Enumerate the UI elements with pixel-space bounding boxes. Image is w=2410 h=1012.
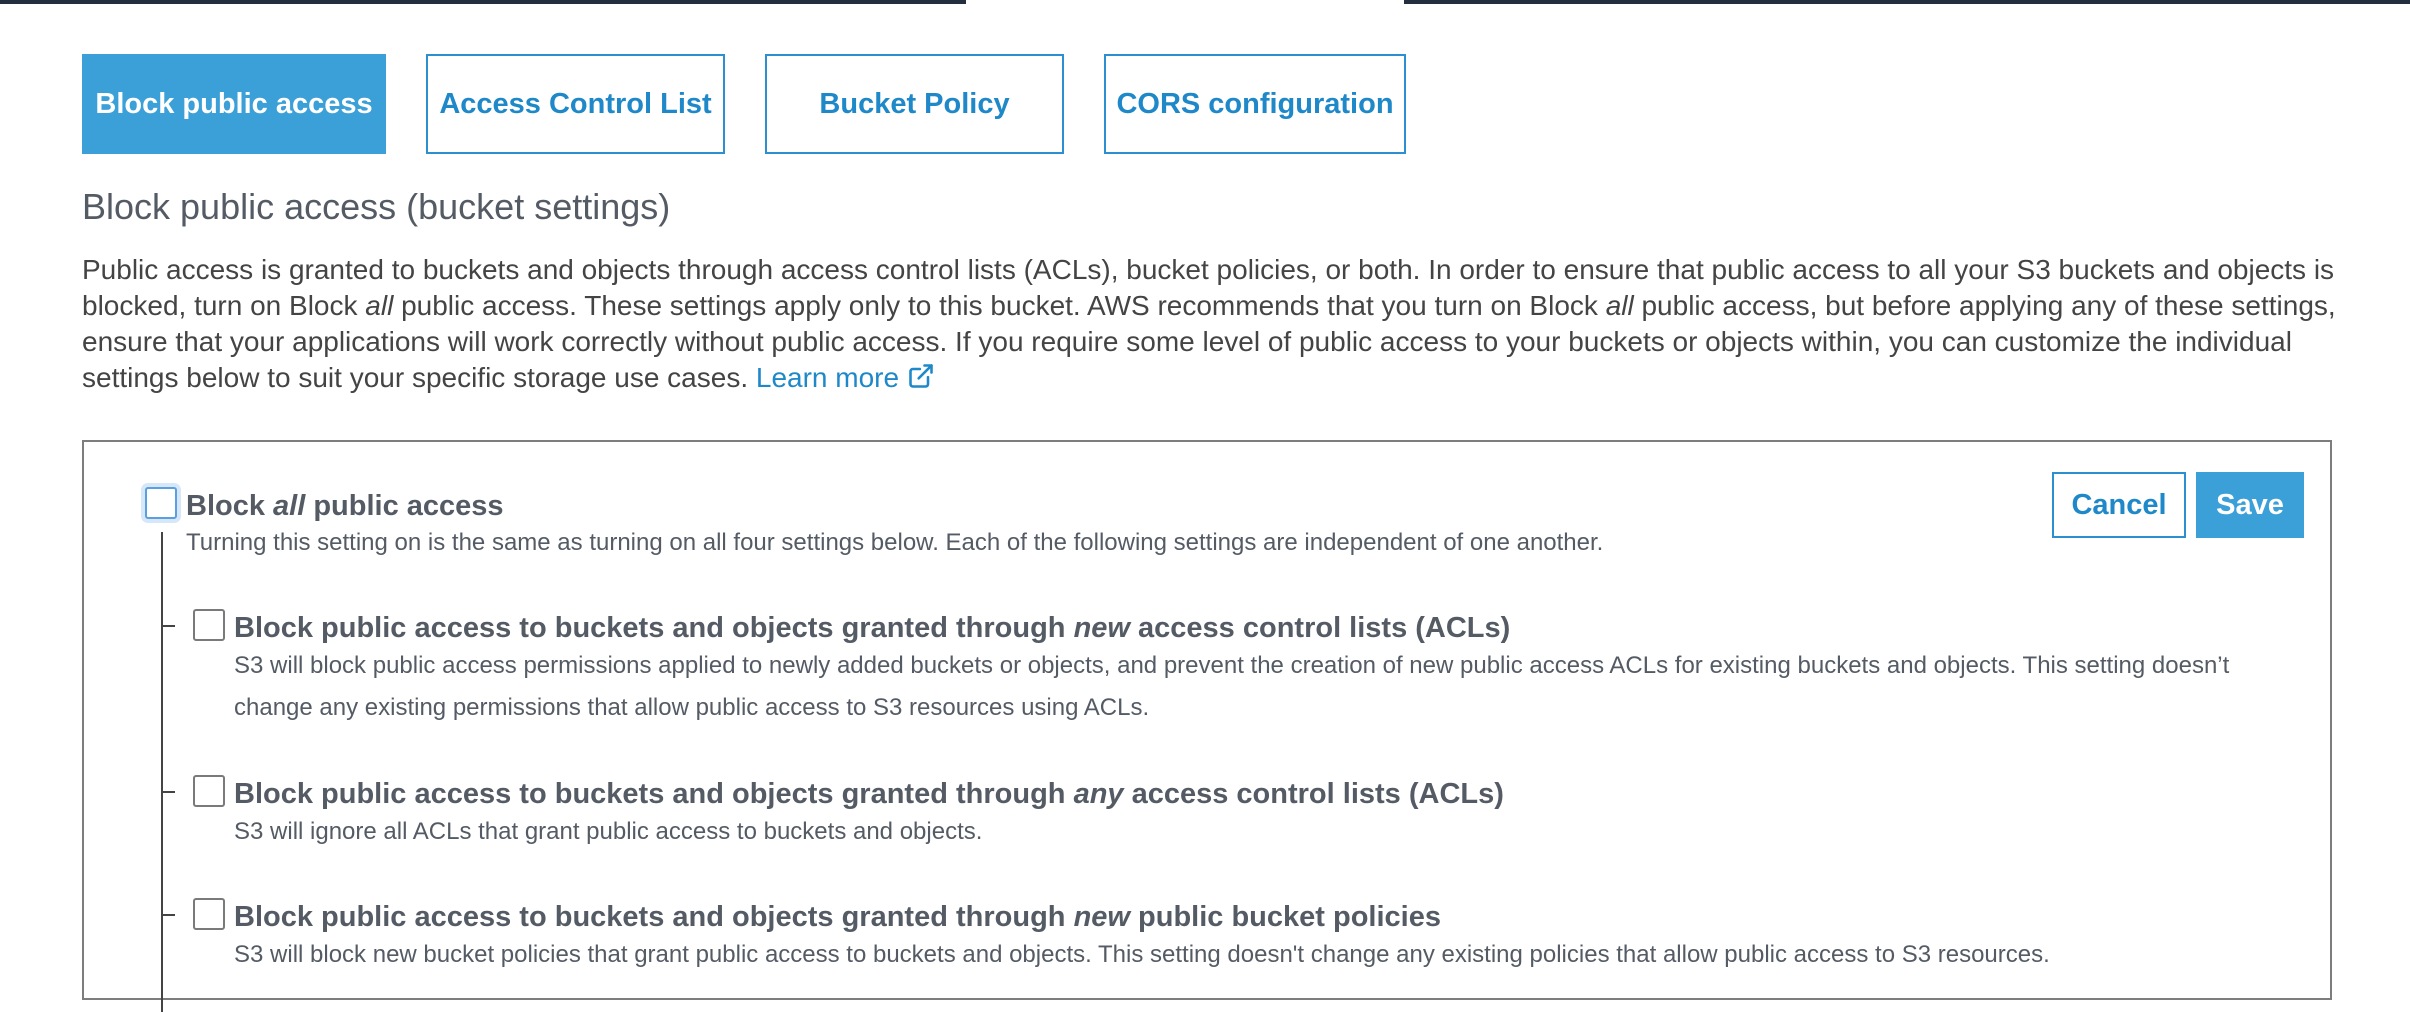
new-acls-title: Block public access to buckets and objec… [234, 612, 1510, 645]
new-acls-title-emphasis: new [1073, 612, 1130, 644]
new-bucket-policies-description: S3 will block new bucket policies that g… [234, 941, 2050, 968]
new-bucket-policies-title-emphasis: new [1073, 901, 1130, 933]
any-acls-title-post: access control lists (ACLs) [1123, 778, 1504, 810]
any-acls-title-emphasis: any [1073, 778, 1124, 810]
block-all-title-emphasis: all [273, 490, 306, 522]
learn-more-label: Learn more [755, 362, 900, 393]
tree-connector-branch-1 [161, 625, 175, 627]
save-button[interactable]: Save [2196, 472, 2304, 538]
block-all-description: Turning this setting on is the same as t… [186, 529, 1604, 556]
tab-access-control-list[interactable]: Access Control List [426, 54, 725, 154]
new-acls-title-pre: Block public access to buckets and objec… [234, 612, 1074, 644]
learn-more-link[interactable]: Learn more [756, 362, 935, 393]
any-acls-title: Block public access to buckets and objec… [234, 778, 1504, 811]
new-bucket-policies-title-post: public bucket policies [1129, 901, 1441, 933]
block-all-title-post: public access [305, 490, 504, 522]
any-acls-description: S3 will ignore all ACLs that grant publi… [234, 818, 983, 845]
intro-paragraph: Public access is granted to buckets and … [82, 252, 2372, 396]
block-all-title-pre: Block [186, 490, 274, 522]
any-acls-checkbox[interactable] [193, 775, 225, 807]
block-public-access-panel: Block all public access Turning this set… [82, 440, 2332, 1012]
external-link-icon [909, 364, 933, 388]
intro-text-2: public access. These settings apply only… [393, 290, 1606, 321]
intro-emphasis-2: all [1605, 290, 1634, 321]
new-bucket-policies-title-pre: Block public access to buckets and objec… [234, 901, 1074, 933]
tree-connector-branch-2 [161, 791, 175, 793]
tree-connector-branch-3 [161, 914, 175, 916]
new-acls-description: S3 will block public access permissions … [234, 652, 2230, 721]
new-acls-checkbox[interactable] [193, 609, 225, 641]
new-acls-title-post: access control lists (ACLs) [1129, 612, 1511, 644]
tree-connector-vertical [161, 532, 163, 1012]
tab-bucket-policy[interactable]: Bucket Policy [765, 54, 1064, 154]
new-bucket-policies-title: Block public access to buckets and objec… [234, 901, 1441, 934]
permission-tabs: Block public access Access Control List … [82, 54, 1406, 154]
block-all-checkbox[interactable] [145, 487, 177, 519]
cancel-button[interactable]: Cancel [2052, 472, 2186, 538]
tab-cors-configuration[interactable]: CORS configuration [1104, 54, 1406, 154]
intro-emphasis-1: all [365, 290, 394, 321]
tab-block-public-access[interactable]: Block public access [82, 54, 386, 154]
top-bar-active-indicator [966, 0, 1404, 4]
new-bucket-policies-checkbox[interactable] [193, 898, 225, 930]
block-all-title: Block all public access [186, 490, 504, 523]
any-acls-title-pre: Block public access to buckets and objec… [234, 778, 1074, 810]
page-title: Block public access (bucket settings) [82, 186, 671, 227]
